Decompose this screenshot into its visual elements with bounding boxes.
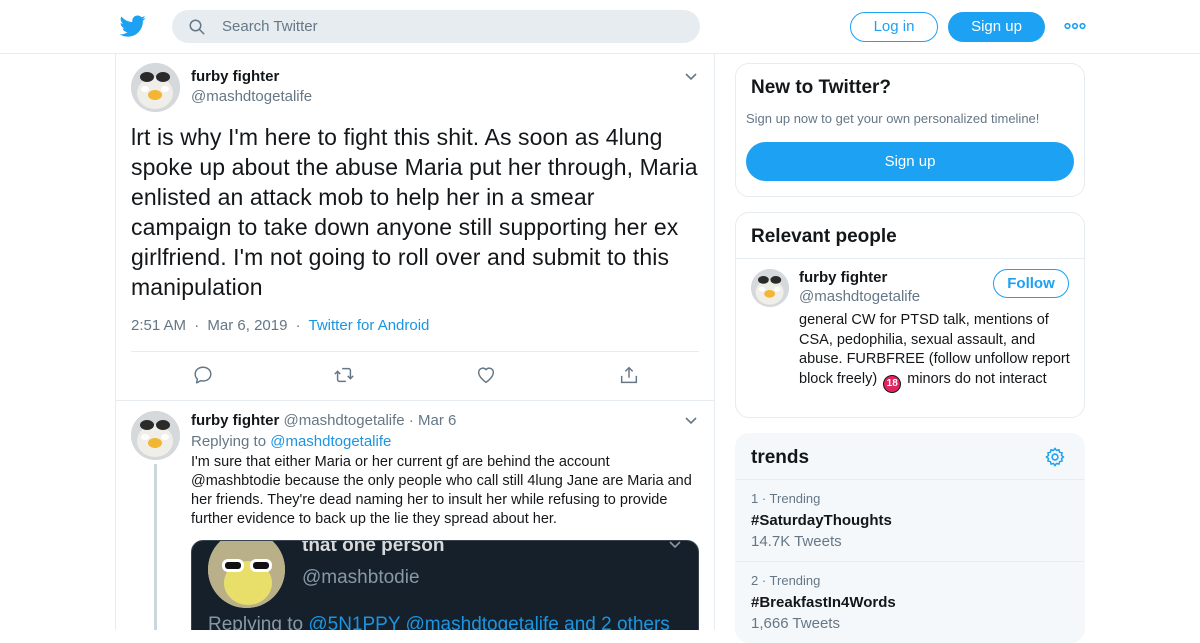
tweet-date: Mar 6, 2019 [207,317,288,334]
card-subtitle: Sign up now to get your own personalized… [746,111,1040,126]
replying-to-label: Replying to [191,433,267,450]
reply-tweet-header: furby fighter @mashdtogetalife · Mar 6 [191,412,456,429]
person-name[interactable]: furby fighter [799,269,887,286]
tweet-source-link[interactable]: Twitter for Android [309,317,430,334]
furby-avatar-image [131,63,180,112]
card-title: Relevant people [751,226,897,247]
trends-card: trends 1 · Trending #SaturdayThoughts 14… [735,433,1085,643]
mention-link[interactable]: @mashdtogetalife [270,433,391,450]
separator-dot: · [194,317,200,334]
divider [736,479,1084,480]
furby-avatar-image [131,411,180,460]
person-bio: general CW for PTSD talk, mentions of CS… [799,311,1071,393]
chevron-down-icon[interactable] [684,72,698,82]
search-bar[interactable] [172,10,700,43]
person-handle[interactable]: @mashdtogetalife [799,288,920,305]
embedded-replying-label: Replying to [208,614,304,630]
trend-rank: 1 · Trending [751,491,821,506]
avatar[interactable] [751,269,789,307]
tweet-text: I'm sure that either Maria or her curren… [191,454,692,527]
search-input[interactable] [222,10,682,43]
tweet-time: 2:51 AM [131,317,187,334]
avatar[interactable] [131,63,180,112]
embedded-mentions: @5N1PPY @mashdtogetalife and 2 others [308,614,670,630]
tweet-text: lrt is why I'm here to fight this shit. … [131,124,698,300]
share-icon[interactable] [618,364,640,386]
trend-hashtag[interactable]: #BreakfastIn4Words [751,594,1071,611]
divider [131,351,699,352]
sign-up-button[interactable]: Sign up [948,12,1045,42]
tweet-metadata: 2:51 AM · Mar 6, 2019 · Twitter for Andr… [131,317,429,334]
retweet-icon[interactable] [333,364,355,386]
trend-item[interactable]: 2 · Trending #BreakfastIn4Words 1,666 Tw… [751,573,1071,632]
trend-hashtag[interactable]: #SaturdayThoughts [751,512,1071,529]
tweet-actions [116,364,714,390]
no-under-18-icon: 18 [883,374,902,393]
divider [116,400,714,401]
divider [736,561,1084,562]
gear-icon[interactable] [1044,446,1066,468]
chevron-down-icon [669,541,681,549]
furby-avatar-image [751,269,789,307]
divider [736,258,1084,259]
trend-tweet-count: 1,666 Tweets [751,615,840,632]
embedded-screenshot-image[interactable]: that one person @mashbtodie Replying to … [191,540,699,630]
avatar[interactable] [131,411,180,460]
more-options-icon[interactable] [1064,18,1086,34]
trend-tweet-count: 14.7K Tweets [751,533,842,550]
top-bar: Log in Sign up [0,0,1200,54]
bio-text-end: minors do not interact [907,370,1047,387]
author-name[interactable]: furby fighter [191,412,279,429]
embedded-name: that one person [302,540,445,556]
thread-connector-line [154,464,157,630]
card-title: New to Twitter? [751,77,892,98]
author-handle[interactable]: @mashdtogetalife [284,412,405,429]
embedded-handle: @mashbtodie [302,567,420,588]
separator-dot: · [295,317,301,334]
replying-to: Replying to @mashdtogetalife [191,433,391,450]
relevant-people-card: Relevant people furby fighter @mashdtoge… [735,212,1085,418]
separator-dot: · [408,412,414,429]
reply-icon[interactable] [192,364,214,386]
author-handle[interactable]: @mashdtogetalife [191,88,312,105]
card-title: trends [751,447,810,468]
main-timeline-column: furby fighter @mashdtogetalife lrt is wh… [115,54,715,630]
tweet-date[interactable]: Mar 6 [418,412,456,429]
author-name[interactable]: furby fighter [191,68,279,85]
search-icon [189,19,205,35]
trend-item[interactable]: 1 · Trending #SaturdayThoughts 14.7K Twe… [751,491,1071,550]
sign-up-button[interactable]: Sign up [746,142,1074,181]
chevron-down-icon[interactable] [684,416,698,426]
new-to-twitter-card: New to Twitter? Sign up now to get your … [735,63,1085,197]
embedded-replying-to: Replying to @5N1PPY @mashdtogetalife and… [208,614,670,630]
plush-avatar-image [208,541,285,608]
follow-button[interactable]: Follow [993,269,1069,298]
heart-icon[interactable] [475,364,497,386]
twitter-bird-logo-icon[interactable] [120,13,146,39]
embedded-avatar [208,541,285,608]
log-in-button[interactable]: Log in [850,12,938,42]
trend-rank: 2 · Trending [751,573,821,588]
